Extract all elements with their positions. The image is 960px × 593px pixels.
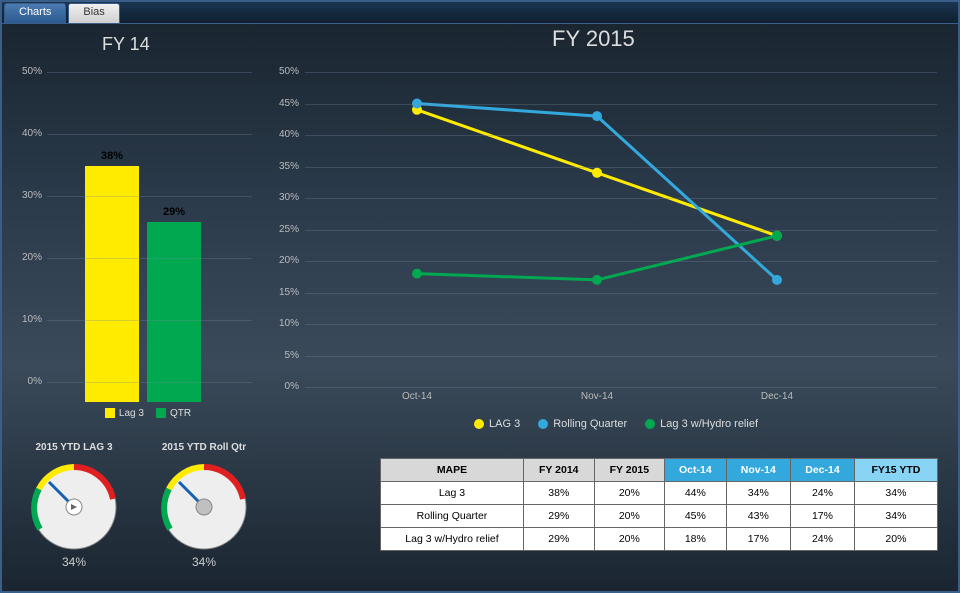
- data-point: [592, 168, 602, 178]
- line-y-label: 25%: [267, 224, 299, 235]
- legend-dot: [645, 419, 655, 429]
- gauge-rollqtr-value: 34%: [144, 555, 264, 569]
- table-cell: 20%: [594, 505, 665, 528]
- table-header: FY 2015: [594, 459, 665, 482]
- series-lag-3-w-hydro-relief: [417, 236, 777, 280]
- line-y-label: 35%: [267, 161, 299, 172]
- line-y-label: 10%: [267, 318, 299, 329]
- bar-value-label: 29%: [147, 206, 201, 218]
- legend-dot: [538, 419, 548, 429]
- table-cell: 18%: [665, 528, 726, 551]
- tab-bias[interactable]: Bias: [68, 3, 119, 23]
- line-y-label: 45%: [267, 98, 299, 109]
- bar-y-label: 40%: [12, 128, 42, 139]
- legend-label: QTR: [170, 408, 191, 419]
- table-cell: 34%: [854, 482, 937, 505]
- table-cell: 29%: [523, 528, 594, 551]
- table-cell: Lag 3: [381, 482, 524, 505]
- table-cell: 43%: [726, 505, 791, 528]
- gauge-rollqtr-title: 2015 YTD Roll Qtr: [144, 442, 264, 453]
- bar-y-label: 20%: [12, 252, 42, 263]
- gauge-icon: [149, 457, 259, 552]
- table-cell: 20%: [594, 528, 665, 551]
- gauge-lag3: 2015 YTD LAG 3 34%: [14, 442, 134, 569]
- table-row: Lag 3 w/Hydro relief29%20%18%17%24%20%: [381, 528, 938, 551]
- legend-swatch: [105, 408, 115, 418]
- line-y-label: 20%: [267, 255, 299, 266]
- bar-y-label: 10%: [12, 314, 42, 325]
- table-header: MAPE: [381, 459, 524, 482]
- legend-label: Lag 3: [119, 408, 144, 419]
- gauge-lag3-title: 2015 YTD LAG 3: [14, 442, 134, 453]
- gauge-lag3-value: 34%: [14, 555, 134, 569]
- data-point: [592, 275, 602, 285]
- table-cell: 17%: [791, 505, 855, 528]
- bar-lag3: 38%: [85, 166, 139, 402]
- table-cell: 17%: [726, 528, 791, 551]
- table-cell: 34%: [726, 482, 791, 505]
- line-y-label: 30%: [267, 192, 299, 203]
- legend-dot: [474, 419, 484, 429]
- mape-table: MAPEFY 2014FY 2015Oct-14Nov-14Dec-14FY15…: [380, 458, 938, 551]
- line-legend: LAG 3 Rolling Quarter Lag 3 w/Hydro relief: [267, 418, 947, 430]
- table-cell: 44%: [665, 482, 726, 505]
- line-y-label: 0%: [267, 381, 299, 392]
- bar-legend: Lag 3 QTR: [37, 408, 247, 419]
- table-header: Oct-14: [665, 459, 726, 482]
- table-cell: 24%: [791, 528, 855, 551]
- bar-chart-fy14: 38%29% 0%10%20%30%40%50%: [12, 72, 252, 402]
- line-y-label: 50%: [267, 66, 299, 77]
- line-y-label: 5%: [267, 350, 299, 361]
- legend-label: Rolling Quarter: [553, 418, 627, 430]
- fy15-title: FY 2015: [552, 26, 635, 52]
- tab-charts[interactable]: Charts: [4, 3, 66, 23]
- table-row: Rolling Quarter29%20%45%43%17%34%: [381, 505, 938, 528]
- bar-y-label: 30%: [12, 190, 42, 201]
- line-chart-fy15: 0%5%10%15%20%25%30%35%40%45%50%Oct-14Nov…: [267, 72, 947, 412]
- table-cell: Rolling Quarter: [381, 505, 524, 528]
- table-row: Lag 338%20%44%34%24%34%: [381, 482, 938, 505]
- gauge-rollqtr: 2015 YTD Roll Qtr 34%: [144, 442, 264, 569]
- line-y-label: 15%: [267, 287, 299, 298]
- bar-y-label: 0%: [12, 376, 42, 387]
- data-point: [412, 269, 422, 279]
- data-point: [772, 275, 782, 285]
- data-point: [592, 111, 602, 121]
- fy14-title: FY 14: [102, 34, 150, 55]
- table-header: Dec-14: [791, 459, 855, 482]
- table-cell: 34%: [854, 505, 937, 528]
- line-y-label: 40%: [267, 129, 299, 140]
- table-cell: 20%: [854, 528, 937, 551]
- table-header: FY15 YTD: [854, 459, 937, 482]
- bar-qtr: 29%: [147, 222, 201, 402]
- table-cell: Lag 3 w/Hydro relief: [381, 528, 524, 551]
- table-header: FY 2014: [523, 459, 594, 482]
- table-header: Nov-14: [726, 459, 791, 482]
- legend-label: LAG 3: [489, 418, 520, 430]
- table-cell: 29%: [523, 505, 594, 528]
- table-cell: 45%: [665, 505, 726, 528]
- legend-swatch: [156, 408, 166, 418]
- table-cell: 38%: [523, 482, 594, 505]
- table-cell: 20%: [594, 482, 665, 505]
- data-point: [772, 231, 782, 241]
- table-cell: 24%: [791, 482, 855, 505]
- bar-value-label: 38%: [85, 150, 139, 162]
- gauge-icon: [19, 457, 129, 552]
- bar-y-label: 50%: [12, 66, 42, 77]
- legend-label: Lag 3 w/Hydro relief: [660, 418, 758, 430]
